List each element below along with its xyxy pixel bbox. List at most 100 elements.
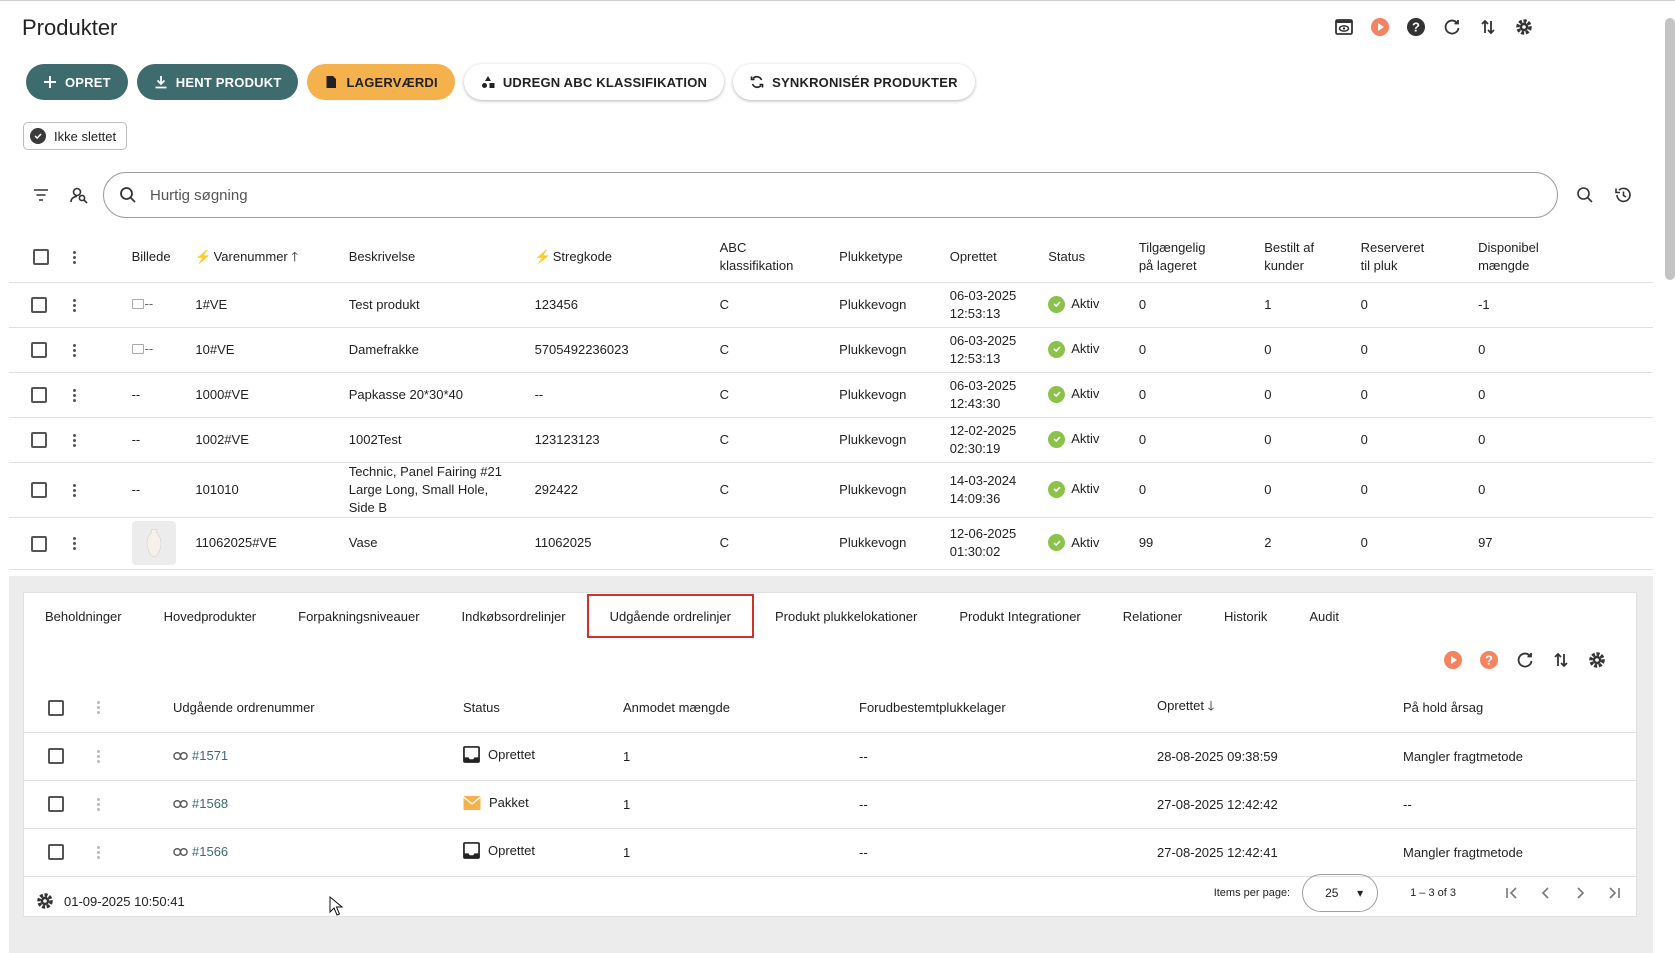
col-plukketype[interactable]: Plukketype (839, 232, 950, 283)
col-beskrivelse[interactable]: Beskrivelse (348, 232, 535, 283)
varenummer-cell[interactable]: 101010 (195, 462, 349, 518)
col-ordrenummer[interactable]: Udgående ordrenummer (173, 684, 463, 733)
product-row[interactable]: 11062025#VE Vase 11062025 C Plukkevogn 12-06-… (9, 517, 1653, 570)
tab-historik[interactable]: Historik (1203, 594, 1288, 638)
row-checkbox[interactable] (31, 535, 47, 552)
quick-search-bar[interactable] (103, 172, 1558, 218)
product-row[interactable]: -- 101010 Technic, Panel Fairing #21 Large … (9, 462, 1653, 518)
tab-beholdninger[interactable]: Beholdninger (24, 594, 143, 638)
tab-produkt-integrationer[interactable]: Produkt Integrationer (938, 594, 1101, 638)
varenummer-cell[interactable]: 1002#VE (195, 417, 349, 463)
vertical-scrollbar[interactable] (1665, 18, 1675, 280)
col-tilgaengelig-header[interactable]: Tilgængelig på lageret (1138, 232, 1265, 283)
synkroniser-button[interactable]: SYNKRONISÉR PRODUKTER (733, 64, 975, 100)
tab-produkt-plukkelokationer[interactable]: Produkt plukkelokationer (754, 594, 938, 638)
col-stregkode-header[interactable]: ⚡ Stregkode (534, 232, 720, 283)
col-reserveret-header[interactable]: Reserveret til pluk (1360, 232, 1479, 283)
tab-forpakningsniveauer[interactable]: Forpakningsniveauer (277, 594, 440, 638)
opret-button[interactable]: OPRET (26, 64, 128, 100)
row-checkbox[interactable] (48, 796, 64, 813)
settings-gear-icon[interactable] (1586, 649, 1608, 671)
quick-search-input[interactable] (150, 186, 1450, 204)
col-order-oprettet-header[interactable]: Oprettet 🡓 (1157, 684, 1403, 733)
next-page-icon[interactable] (1572, 885, 1588, 901)
row-menu-icon[interactable] (96, 748, 100, 765)
col-oprettet[interactable]: Oprettet (949, 232, 1049, 283)
first-page-icon[interactable] (1504, 885, 1520, 901)
udregn-abc-button[interactable]: UDREGN ABC KLASSIFIKATION (463, 64, 725, 100)
select-all-checkbox[interactable] (33, 249, 49, 266)
col-disponibel-header[interactable]: Disponibel mængde (1478, 232, 1653, 283)
col-status[interactable]: Status (1048, 232, 1139, 283)
row-menu-icon[interactable] (72, 482, 76, 499)
items-per-page-select[interactable]: 25 ▾ (1302, 874, 1379, 912)
row-menu-icon[interactable] (96, 796, 100, 813)
row-menu-icon[interactable] (72, 297, 76, 314)
col-order-status[interactable]: Status (463, 684, 623, 733)
tab-indkøbsordrelinjer[interactable]: Indkøbsordrelinjer (441, 594, 587, 638)
settings-gear-icon[interactable] (1513, 16, 1535, 38)
order-link[interactable]: #1568 (173, 796, 228, 811)
order-link[interactable]: #1566 (173, 844, 228, 859)
column-menu-icon[interactable] (72, 249, 76, 266)
row-checkbox[interactable] (31, 482, 47, 499)
select-all-checkbox[interactable] (48, 700, 64, 717)
col-paa-hold[interactable]: På hold årsag (1403, 684, 1636, 733)
product-row[interactable]: -- 1002#VE 1002Test 123123123 C Plukkevogn 12-… (9, 417, 1653, 463)
varenummer-cell[interactable]: 1000#VE (195, 372, 349, 418)
row-menu-icon[interactable] (96, 844, 100, 861)
status-label: Aktiv (1071, 534, 1100, 550)
sort-desc-icon: 🡓 (1207, 697, 1215, 713)
help-icon[interactable]: ? (1478, 649, 1500, 671)
preview-icon[interactable] (1333, 16, 1355, 38)
previous-page-icon[interactable] (1538, 885, 1554, 901)
row-checkbox[interactable] (31, 342, 47, 359)
product-row[interactable]: -- 10#VE Damefrakke 5705492236023 C Plukkevog… (9, 327, 1653, 373)
col-bestilt-header[interactable]: Bestilt af kunder (1264, 232, 1361, 283)
column-menu-icon[interactable] (96, 699, 100, 716)
row-checkbox[interactable] (31, 432, 47, 449)
advanced-search-icon[interactable] (1574, 184, 1596, 206)
ikke-slettet-filter-chip[interactable]: Ikke slettet (23, 122, 128, 150)
row-menu-icon[interactable] (72, 387, 76, 404)
row-checkbox[interactable] (31, 387, 47, 404)
row-checkbox[interactable] (31, 297, 47, 314)
row-checkbox[interactable] (48, 844, 64, 861)
lagervaerdi-button[interactable]: LAGERVÆRDI (307, 64, 455, 100)
varenummer-cell[interactable]: 1#VE (195, 282, 349, 328)
tab-audit[interactable]: Audit (1288, 594, 1360, 638)
col-abc-header[interactable]: ABC klassifikation (719, 232, 840, 283)
product-row[interactable]: -- 1#VE Test produkt 123456 C Plukkevogn 06-03… (9, 282, 1653, 328)
refresh-icon[interactable] (1441, 16, 1463, 38)
col-anmodet[interactable]: Anmodet mængde (623, 684, 859, 733)
filter-lines-icon[interactable] (30, 184, 52, 206)
order-line-row[interactable]: #1571 Oprettet 1 -- 28-08-2025 09:38:59 Mangl… (24, 732, 1636, 781)
col-forudbestemt[interactable]: Forudbestemtplukkelager (859, 684, 1157, 733)
last-page-icon[interactable] (1606, 885, 1622, 901)
order-line-row[interactable]: #1568 Pakket 1 -- 27-08-2025 12:42:42 -- (24, 780, 1636, 829)
help-icon[interactable]: ? (1405, 16, 1427, 38)
hent-produkt-button[interactable]: HENT PRODUKT (136, 64, 299, 100)
tab-hovedprodukter[interactable]: Hovedprodukter (143, 594, 278, 638)
tab-relationer[interactable]: Relationer (1102, 594, 1203, 638)
row-menu-icon[interactable] (72, 342, 76, 359)
sort-swap-icon[interactable] (1477, 16, 1499, 38)
play-icon[interactable] (1369, 16, 1391, 38)
row-menu-icon[interactable] (72, 432, 76, 449)
refresh-icon[interactable] (1514, 649, 1536, 671)
person-search-icon[interactable] (68, 184, 90, 206)
varenummer-cell[interactable]: 10#VE (195, 327, 349, 373)
tab-udgående-ordrelinjer[interactable]: Udgående ordrelinjer (586, 594, 754, 638)
varenummer-cell[interactable]: 11062025#VE (195, 517, 349, 570)
product-row[interactable]: -- 1000#VE Papkasse 20*30*40 -- C Plukkevogn 0… (9, 372, 1653, 418)
order-line-row[interactable]: #1566 Oprettet 1 -- 27-08-2025 12:42:41 Mangl… (24, 828, 1636, 877)
row-checkbox[interactable] (48, 748, 64, 765)
history-icon[interactable] (1612, 184, 1634, 206)
play-icon[interactable] (1442, 649, 1464, 671)
col-varenummer-header[interactable]: ⚡ Varenummer 🡑 (195, 232, 349, 283)
order-link[interactable]: #1571 (173, 748, 228, 763)
settings-gear-icon[interactable] (34, 890, 56, 912)
product-thumbnail[interactable] (131, 521, 176, 565)
sort-swap-icon[interactable] (1550, 649, 1572, 671)
row-menu-icon[interactable] (72, 535, 76, 552)
